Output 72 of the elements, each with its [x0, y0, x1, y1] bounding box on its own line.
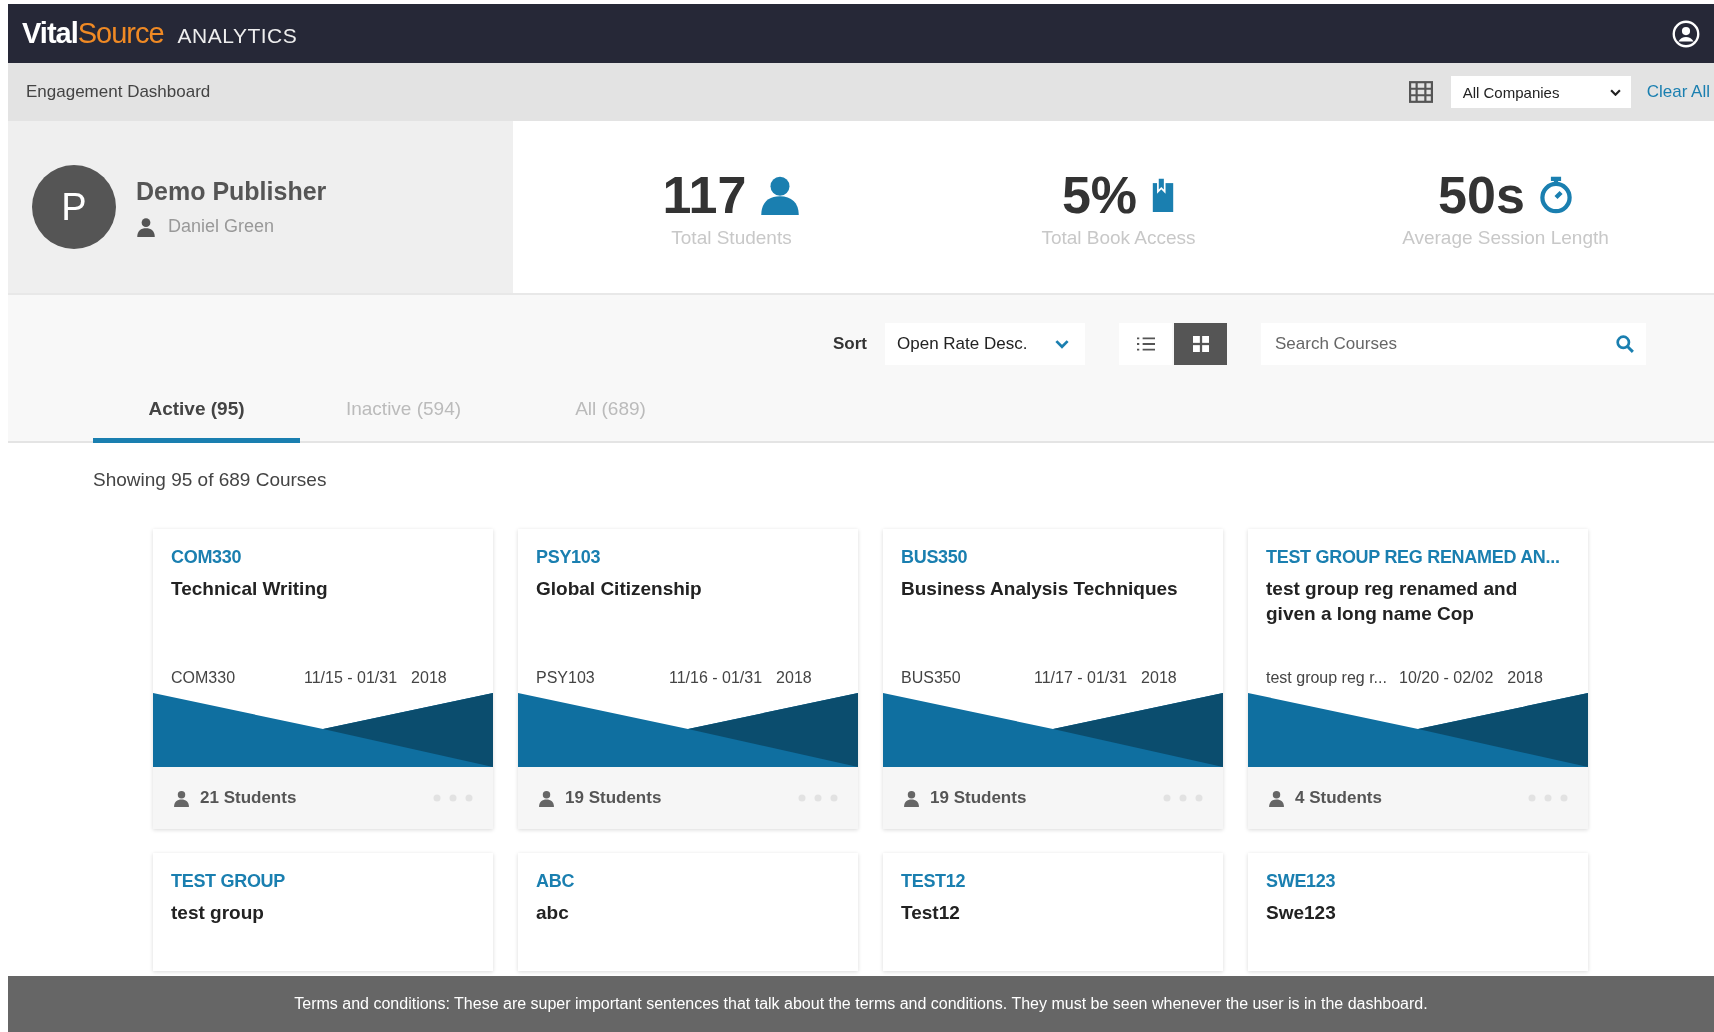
building-icon	[1408, 81, 1433, 103]
course-card[interactable]: PSY103 Global Citizenship PSY103 11/16 - 01/31 2018 19 Students	[518, 529, 858, 829]
student-count: 21 Students	[200, 788, 297, 808]
course-card[interactable]: BUS350 Business Analysis Techniques BUS350 11/17 - 01/31 2018 19 Students	[883, 529, 1223, 829]
chevron-down-icon	[1055, 339, 1069, 349]
publisher-name: Demo Publisher	[136, 177, 327, 206]
person-icon	[760, 175, 801, 215]
student-count: 4 Students	[1295, 788, 1382, 808]
course-code-label: PSY103	[536, 669, 596, 687]
logo: VitalSource ANALYTICS	[22, 17, 298, 50]
course-card[interactable]: COM330 Technical Writing COM330 11/15 - 01/31 2018 21 Students	[153, 529, 493, 829]
person-icon	[136, 216, 156, 237]
course-code[interactable]: BUS350	[901, 547, 1205, 568]
company-select[interactable]: All Companies	[1450, 76, 1631, 108]
list-icon	[1136, 336, 1155, 352]
course-year: 2018	[411, 669, 447, 687]
stat-value: 117	[662, 165, 747, 225]
breadcrumb[interactable]: Engagement Dashboard	[26, 82, 211, 102]
search-icon[interactable]	[1616, 335, 1634, 353]
person-icon	[1268, 789, 1285, 807]
grid-view-button[interactable]	[1174, 323, 1227, 365]
course-card[interactable]: ABC abc	[518, 853, 858, 971]
timer-icon	[1538, 176, 1573, 214]
course-code-label: BUS350	[901, 669, 962, 687]
course-title: abc	[536, 901, 570, 925]
course-title: Swe123	[1266, 901, 1337, 925]
course-code[interactable]: PSY103	[536, 547, 840, 568]
course-year: 2018	[776, 669, 812, 687]
stat-value: 50s	[1438, 165, 1525, 225]
course-code[interactable]: SWE123	[1266, 871, 1570, 892]
grid-icon	[1192, 336, 1209, 352]
course-card[interactable]: TEST GROUP test group	[153, 853, 493, 971]
avatar: P	[32, 165, 116, 249]
search-field[interactable]: Search Courses	[1261, 323, 1646, 365]
student-count: 19 Students	[565, 788, 662, 808]
course-title: test group	[171, 901, 265, 925]
course-dates: 11/16 - 01/31	[669, 669, 763, 687]
course-year: 2018	[1507, 669, 1543, 687]
course-year: 2018	[1141, 669, 1177, 687]
course-dates: 11/17 - 01/31	[1034, 669, 1128, 687]
course-code[interactable]: COM330	[171, 547, 475, 568]
course-code-label: COM330	[171, 669, 237, 687]
stat-value: 5%	[1061, 165, 1138, 225]
sort-select[interactable]: Open Rate Desc.	[885, 323, 1085, 365]
course-title: Technical Writing	[171, 577, 329, 601]
user-name: Daniel Green	[168, 216, 275, 237]
terms-text: Terms and conditions: These are super important sentences that talk about the terms and conditions. They must be seen whenever the user is in the dashboard.	[294, 995, 1428, 1013]
account-icon[interactable]	[1672, 19, 1700, 48]
student-count: 19 Students	[930, 788, 1027, 808]
course-code[interactable]: TEST GROUP REG RENAMED AN...	[1266, 547, 1570, 568]
course-card[interactable]: TEST12 Test12	[883, 853, 1223, 971]
course-card[interactable]: TEST GROUP REG RENAMED AN... test group reg renamed and given a long name Cop test group reg r... 10/20 - 02/02 2018 4 Students	[1248, 529, 1588, 829]
course-title: Global Citizenship	[536, 577, 703, 601]
course-code[interactable]: TEST GROUP	[171, 871, 475, 892]
course-title: test group reg renamed and given a long name Cop	[1266, 577, 1519, 626]
course-count: Showing 95 of 689 Courses	[92, 468, 328, 491]
book-icon	[1151, 178, 1176, 212]
person-icon	[173, 789, 190, 807]
course-code-label: test group reg r...	[1266, 669, 1388, 687]
course-code[interactable]: ABC	[536, 871, 840, 892]
course-card[interactable]: SWE123 Swe123	[1248, 853, 1588, 971]
clear-all-link[interactable]: Clear All	[1646, 82, 1710, 102]
chevron-down-icon	[1609, 88, 1621, 96]
person-icon	[538, 789, 555, 807]
course-code[interactable]: TEST12	[901, 871, 1205, 892]
person-icon	[903, 789, 920, 807]
course-title: Test12	[901, 901, 961, 925]
course-dates: 11/15 - 01/31	[304, 669, 398, 687]
sort-label: Sort	[833, 334, 867, 354]
list-view-button[interactable]	[1119, 323, 1172, 365]
course-dates: 10/20 - 02/02	[1399, 669, 1494, 687]
course-title: Business Analysis Techniques	[901, 577, 1179, 601]
